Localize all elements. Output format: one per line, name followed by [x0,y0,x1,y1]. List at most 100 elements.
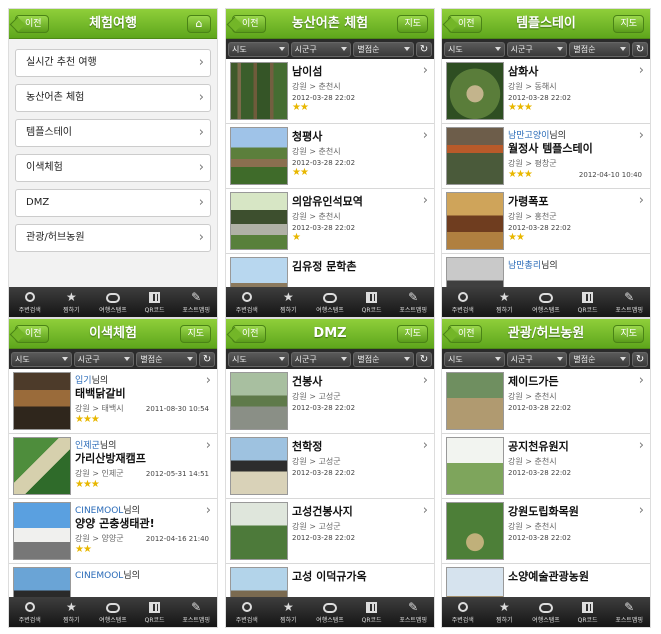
list-item[interactable]: 가령폭포 강원 > 홍천군 2012-03-28 22:02 ★★ › [442,189,650,254]
tab-post[interactable]: ✎ 포스트맵핑 [175,597,217,627]
menu-item-temple[interactable]: 템플스테이 › [15,119,211,147]
city-select[interactable]: 시군구 [73,351,135,367]
item-region: 강원 > 춘천시 [508,392,557,401]
refresh-button[interactable]: ↻ [199,351,216,367]
city-select[interactable]: 시군구 [506,41,568,57]
tab-nearby[interactable]: 주변검색 [226,597,268,627]
sort-select[interactable]: 별점순 [569,351,631,367]
city-select[interactable]: 시군구 [506,351,568,367]
list-item[interactable]: 건봉사 강원 > 고성군 2012-03-28 22:02 › [226,369,434,434]
sort-select[interactable]: 별점순 [353,41,415,57]
item-date: 2012-03-28 22:02 [508,469,572,477]
item-date: 2012-03-28 22:02 [292,404,356,412]
tab-qr[interactable]: QR코드 [351,287,393,317]
tab-stamp[interactable]: 여행스탬프 [92,287,134,317]
tab-qr[interactable]: QR코드 [567,287,609,317]
list-item[interactable]: 고성건봉사지 강원 > 고성군 2012-03-28 22:02 › [226,499,434,564]
tab-post[interactable]: ✎ 포스트맵핑 [175,287,217,317]
tab-favorite[interactable]: ★ 찜하기 [51,597,93,627]
tab-post[interactable]: ✎ 포스트맵핑 [392,287,434,317]
tab-favorite[interactable]: ★ 찜하기 [268,287,310,317]
tab-nearby[interactable]: 주변검색 [9,597,51,627]
tab-qr[interactable]: QR코드 [351,597,393,627]
tab-qr[interactable]: QR코드 [134,287,176,317]
tab-stamp[interactable]: 여행스탬프 [525,287,567,317]
sort-select[interactable]: 별점순 [353,351,415,367]
thumbnail [13,437,71,495]
tab-bar: 주변검색 ★ 찜하기 여행스탬프 QR코드 ✎ 포스트맵핑 [226,597,434,627]
rating-stars: ★★★ [75,479,100,490]
list-item[interactable]: 제이드가든 강원 > 춘천시 2012-03-28 22:02 › [442,369,650,434]
province-select[interactable]: 시도 [444,351,505,367]
map-button[interactable]: 지도 [613,15,644,33]
tab-qr[interactable]: QR코드 [567,597,609,627]
result-list: 입기님의 태백닭갈비 강원 > 태백시 2011-08-30 10:54 ★★★ › 인제… [9,369,217,627]
thumbnail [230,437,288,495]
tab-nearby[interactable]: 주변검색 [9,287,51,317]
thumbnail [230,192,288,250]
sort-select[interactable]: 별점순 [569,41,631,57]
province-select[interactable]: 시도 [11,351,72,367]
tab-post[interactable]: ✎ 포스트맵핑 [608,287,650,317]
stamp-icon [538,603,553,613]
tab-post[interactable]: ✎ 포스트맵핑 [392,597,434,627]
list-item[interactable]: 의암유인석묘역 강원 > 춘천시 2012-03-28 22:02 ★ › [226,189,434,254]
header: 이전 체험여행 ⌂ [9,9,217,39]
list-item[interactable]: CINEMOOL님의 양양 곤충생태관! 강원 > 양양군 2012-04-16 21… [9,499,217,564]
tab-favorite[interactable]: ★ 찜하기 [484,597,526,627]
tab-favorite[interactable]: ★ 찜하기 [484,287,526,317]
province-select[interactable]: 시도 [228,41,289,57]
sort-select[interactable]: 별점순 [136,351,198,367]
list-item[interactable]: 강원도립화목원 강원 > 춘천시 2012-03-28 22:02 › [442,499,650,564]
list-item[interactable]: 입기님의 태백닭갈비 강원 > 태백시 2011-08-30 10:54 ★★★ › [9,369,217,434]
item-name: 남이섬 [292,65,323,78]
item-author: CINEMOOL님의 [75,571,140,581]
tab-stamp[interactable]: 여행스탬프 [525,597,567,627]
list-item[interactable]: 인제군님의 가리산방재캠프 강원 > 인제군 2012-05-31 14:51 ★★★ › [9,434,217,499]
refresh-button[interactable]: ↻ [416,41,433,57]
tab-bar: 주변검색 ★ 찜하기 여행스탬프 QR코드 ✎ 포스트맵핑 [442,597,650,627]
item-region: 강원 > 춘천시 [508,522,557,531]
qr-icon [366,602,378,613]
refresh-button[interactable]: ↻ [416,351,433,367]
menu-item-herb[interactable]: 관광/허브농원 › [15,224,211,252]
filter-bar: 시도 시군구 별점순 ↻ [9,349,217,369]
refresh-button[interactable]: ↻ [632,41,649,57]
map-button[interactable]: 지도 [397,15,428,33]
star-icon: ★ [66,600,77,614]
menu-item-dmz[interactable]: DMZ › [15,189,211,217]
map-button[interactable]: 지도 [180,325,211,343]
menu-item-farm[interactable]: 농산어촌 체험 › [15,84,211,112]
tab-stamp[interactable]: 여행스탬프 [92,597,134,627]
refresh-button[interactable]: ↻ [632,351,649,367]
list-item[interactable]: 남이섬 강원 > 춘천시 2012-03-28 22:02 ★★ › [226,59,434,124]
map-button[interactable]: 지도 [613,325,644,343]
province-select[interactable]: 시도 [228,351,289,367]
tab-favorite[interactable]: ★ 찜하기 [268,597,310,627]
tab-nearby[interactable]: 주변검색 [442,597,484,627]
list-item[interactable]: 청평사 강원 > 춘천시 2012-03-28 22:02 ★★ › [226,124,434,189]
map-button[interactable]: 지도 [397,325,428,343]
city-select[interactable]: 시군구 [290,351,352,367]
tab-stamp[interactable]: 여행스탬프 [309,287,351,317]
tab-post[interactable]: ✎ 포스트맵핑 [608,597,650,627]
item-date: 2012-04-10 10:40 [578,171,642,179]
list-item[interactable]: 삼화사 강원 > 동해시 2012-03-28 22:02 ★★★ › [442,59,650,124]
menu-item-unique[interactable]: 이색체험 › [15,154,211,182]
tab-favorite[interactable]: ★ 찜하기 [51,287,93,317]
menu-item-realtime[interactable]: 실시간 추천 여행 › [15,49,211,77]
result-list: 삼화사 강원 > 동해시 2012-03-28 22:02 ★★★ › 남만고양이님의 월… [442,59,650,317]
province-select[interactable]: 시도 [444,41,505,57]
rating-stars: ★★★ [75,414,100,425]
tab-nearby[interactable]: 주변검색 [442,287,484,317]
chevron-right-icon: › [638,193,644,208]
list-item[interactable]: 천학정 강원 > 고성군 2012-03-28 22:02 › [226,434,434,499]
home-button[interactable]: ⌂ [187,15,211,33]
list-item[interactable]: 공지천유원지 강원 > 춘천시 2012-03-28 22:02 › [442,434,650,499]
city-select[interactable]: 시군구 [290,41,352,57]
list-item[interactable]: 남만고양이님의 월정사 템플스테이 강원 > 평창군 2012-04-10 10:40… [442,124,650,189]
tab-stamp[interactable]: 여행스탬프 [309,597,351,627]
search-icon [457,602,468,612]
tab-qr[interactable]: QR코드 [134,597,176,627]
tab-nearby[interactable]: 주변검색 [226,287,268,317]
